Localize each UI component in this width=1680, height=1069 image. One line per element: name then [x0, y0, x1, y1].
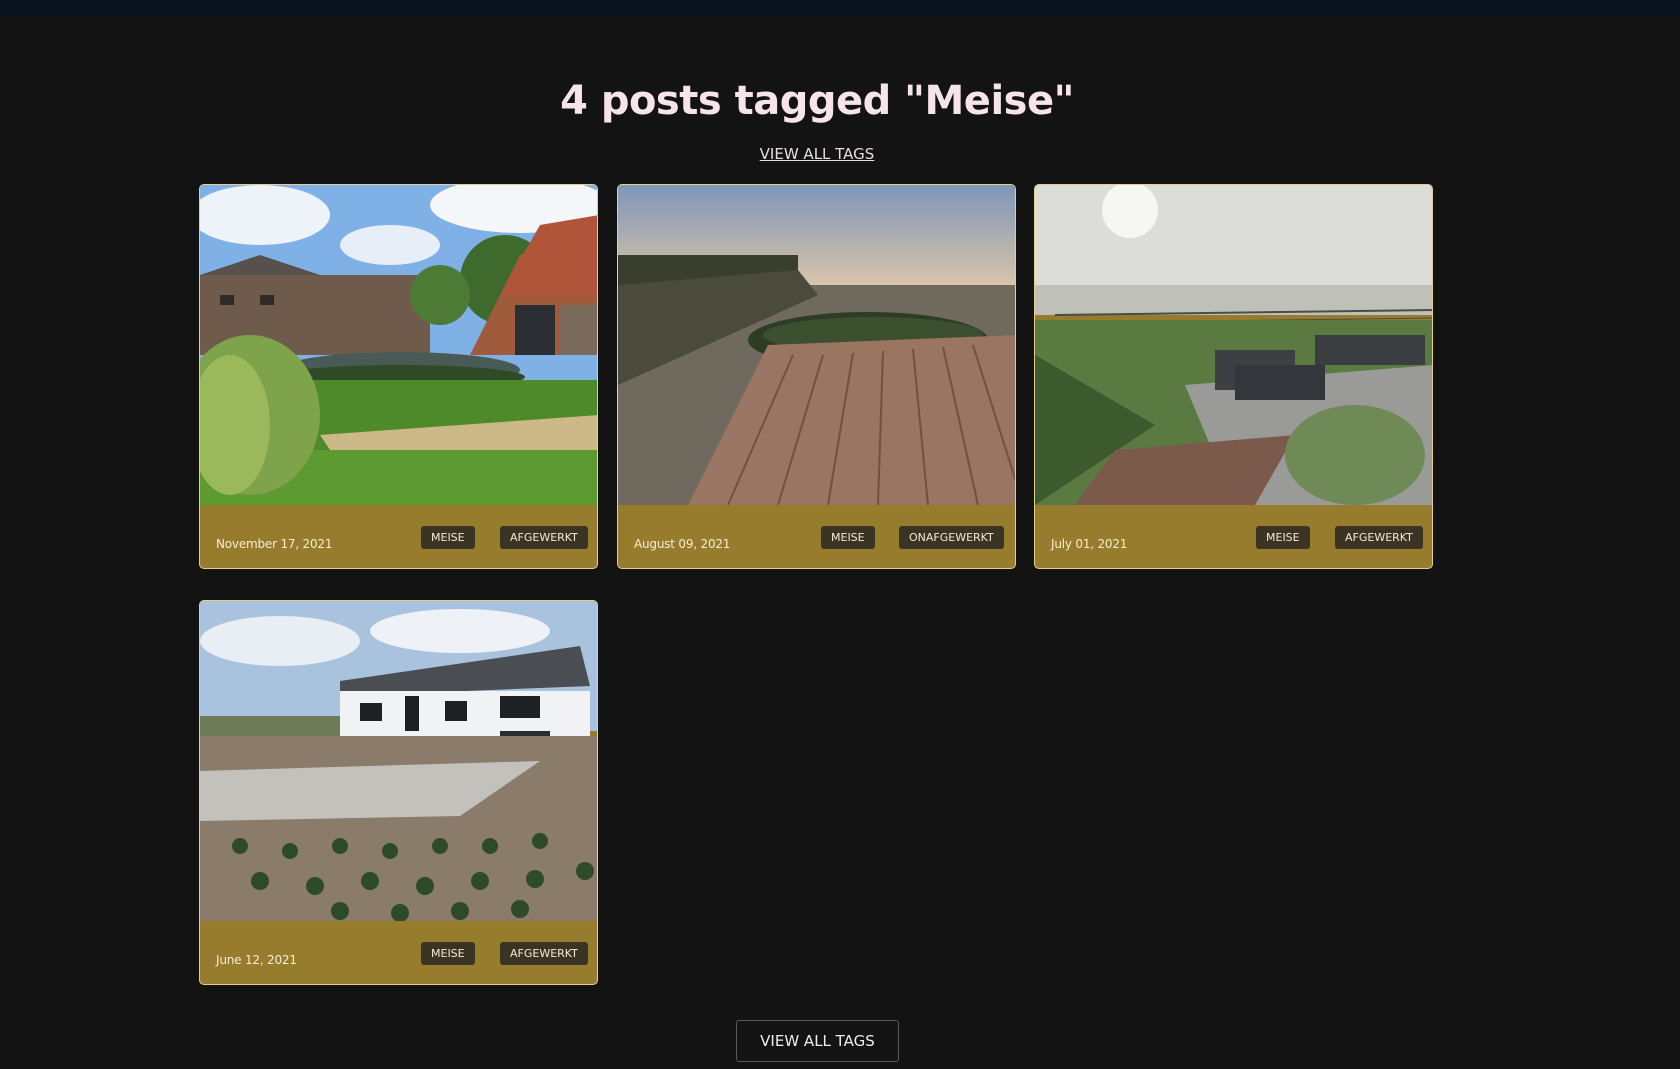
garden-pond-photo[interactable]: [200, 185, 597, 505]
tag-badge[interactable]: MEISE: [1256, 526, 1310, 549]
tag-badge[interactable]: MEISE: [821, 526, 875, 549]
tag-badge[interactable]: MEISE: [421, 526, 475, 549]
post-card[interactable]: July 01, 2021 MEISE AFGEWERKT: [1034, 184, 1433, 569]
page-title: 4 posts tagged "Meise": [560, 78, 1074, 124]
tag-badge[interactable]: AFGEWERKT: [500, 526, 588, 549]
post-card[interactable]: August 09, 2021 MEISE ONAFGEWERKT: [617, 184, 1016, 569]
post-date: November 17, 2021: [216, 537, 333, 551]
foggy-terrace-photo[interactable]: [1035, 185, 1432, 505]
wooden-deck-photo[interactable]: [618, 185, 1015, 505]
white-house-photo[interactable]: [200, 601, 597, 921]
post-date: July 01, 2021: [1051, 537, 1128, 551]
post-date: August 09, 2021: [634, 537, 731, 551]
post-date: June 12, 2021: [216, 953, 297, 967]
top-navigation-bar: [0, 0, 1680, 16]
view-all-tags-link[interactable]: VIEW ALL TAGS: [0, 145, 1634, 163]
tag-badge[interactable]: AFGEWERKT: [1335, 526, 1423, 549]
post-card[interactable]: November 17, 2021 MEISE AFGEWERKT: [199, 184, 598, 569]
tag-badge[interactable]: AFGEWERKT: [500, 942, 588, 965]
tag-badge[interactable]: MEISE: [421, 942, 475, 965]
post-card[interactable]: June 12, 2021 MEISE AFGEWERKT: [199, 600, 598, 985]
view-all-tags-button[interactable]: VIEW ALL TAGS: [736, 1020, 899, 1062]
tag-badge[interactable]: ONAFGEWERKT: [899, 526, 1004, 549]
